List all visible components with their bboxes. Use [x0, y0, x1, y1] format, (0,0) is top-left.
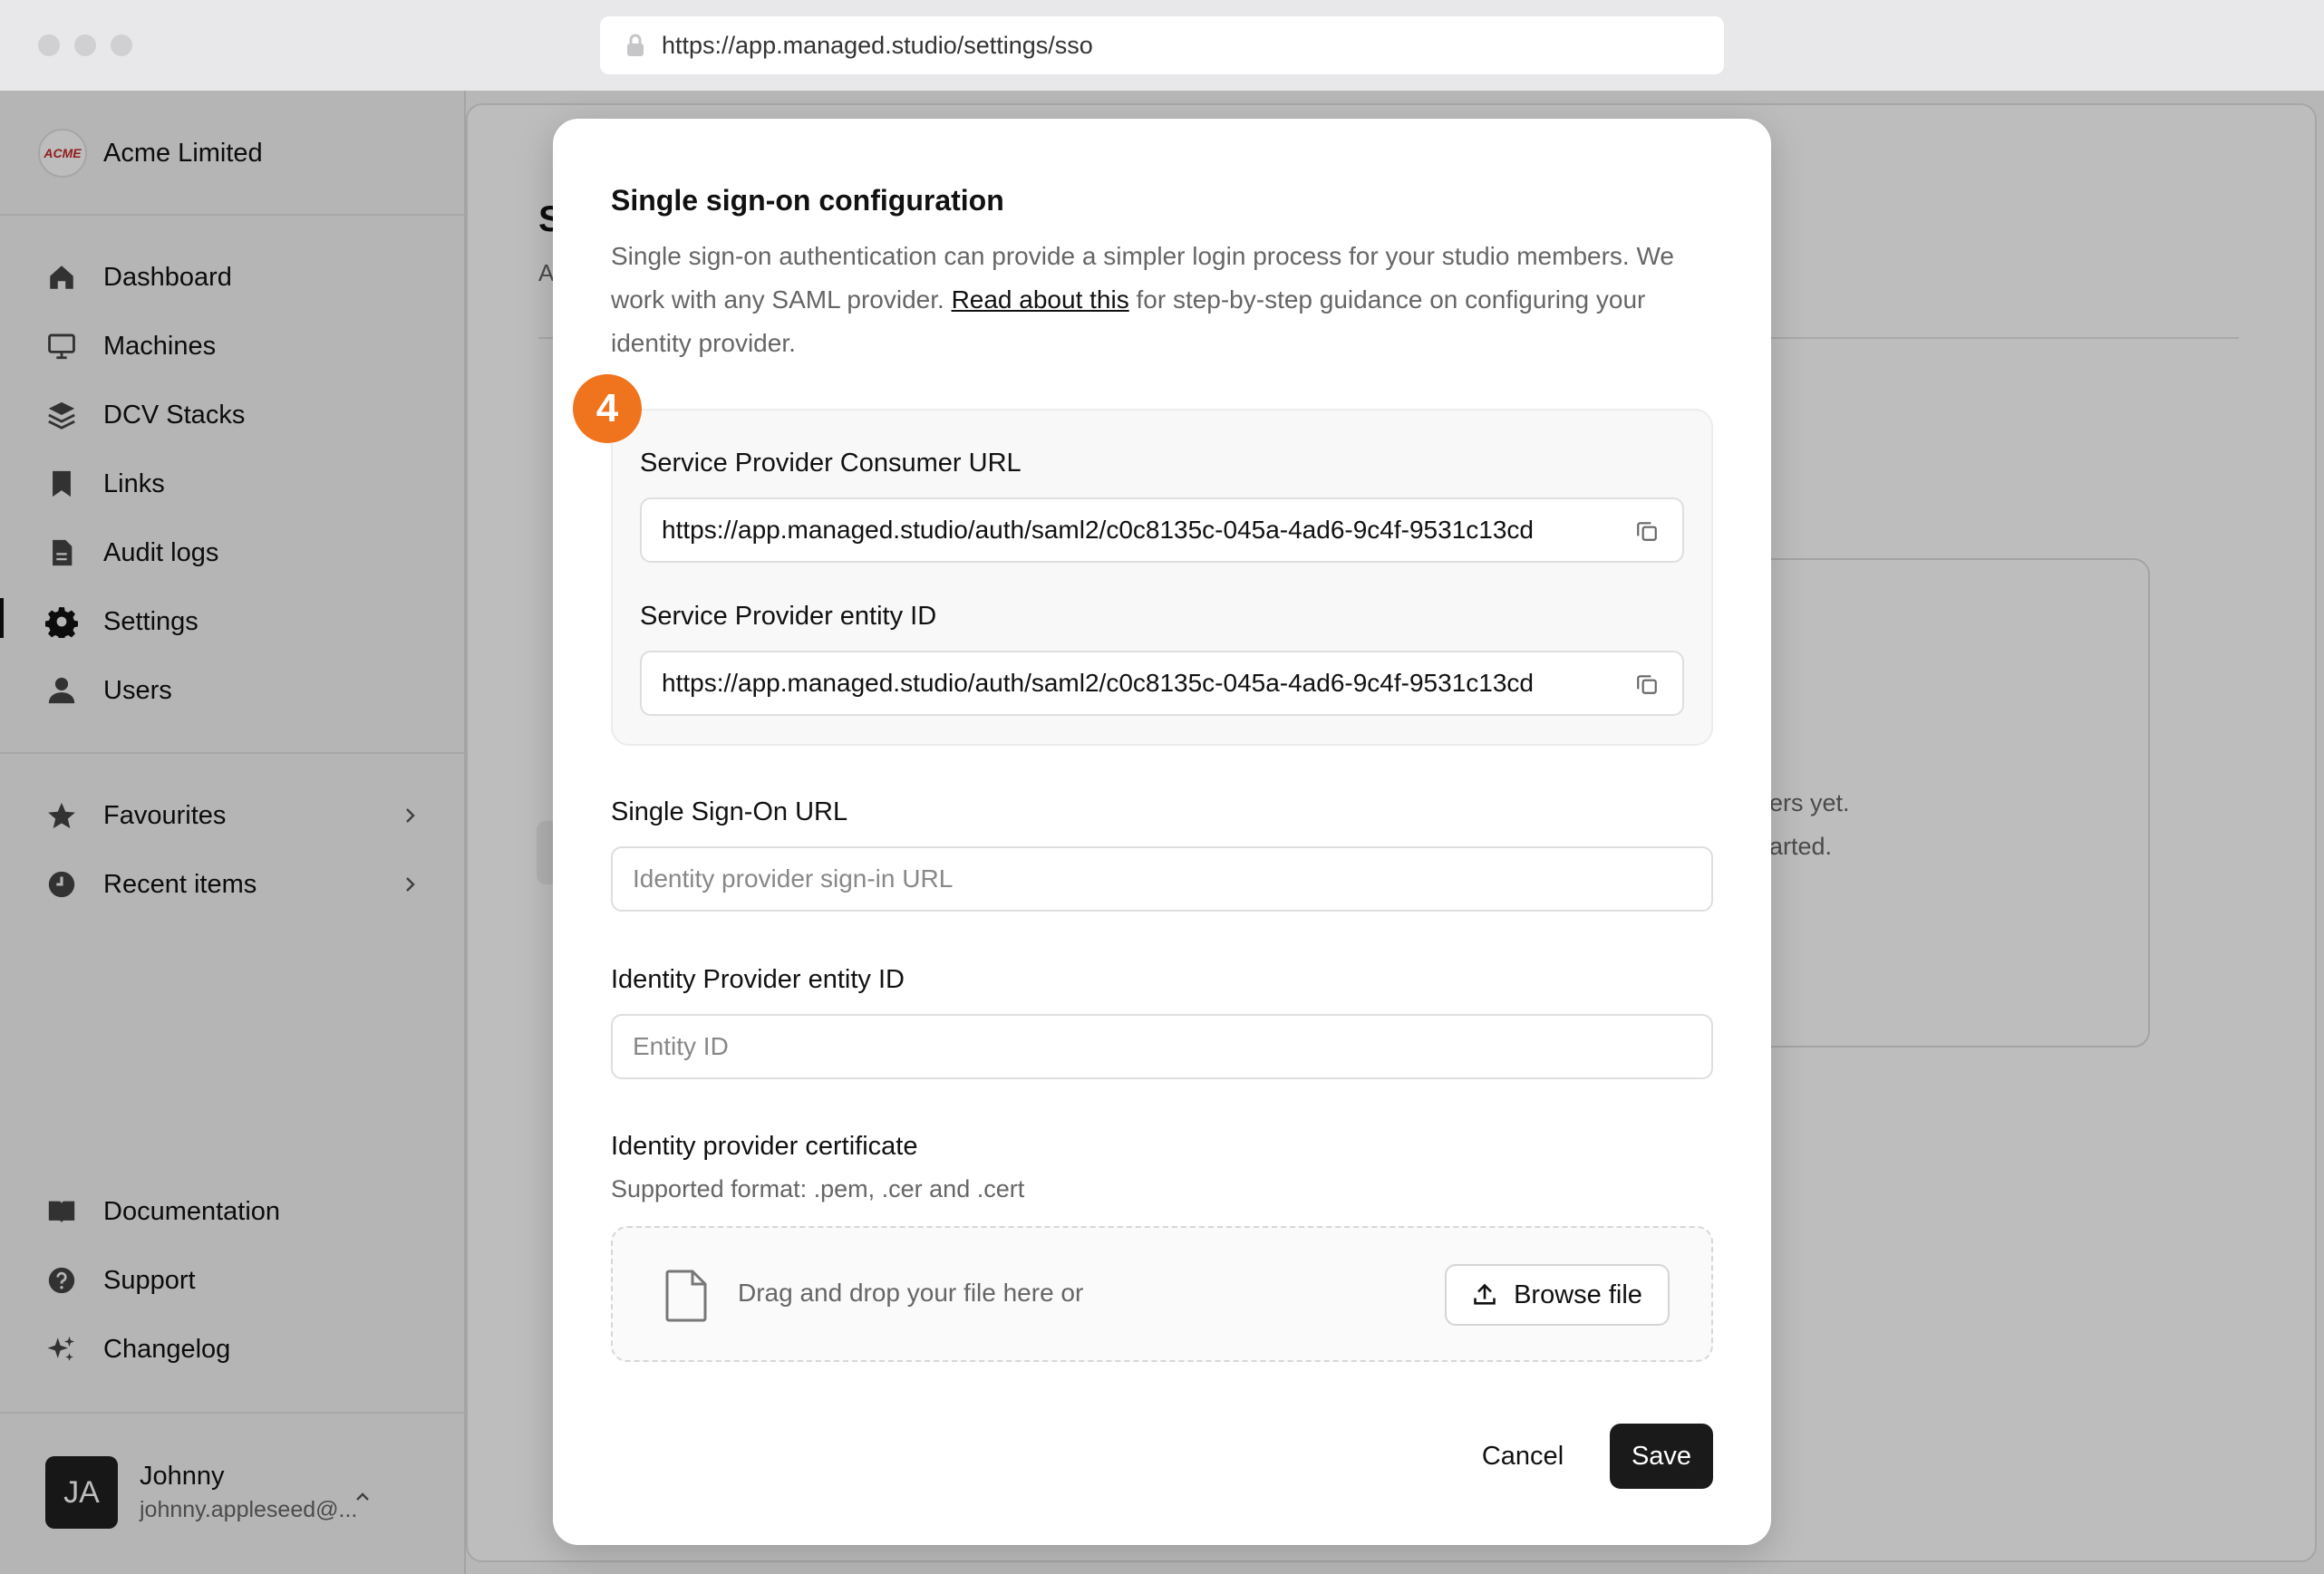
idp-entity-id-label: Identity Provider entity ID: [611, 965, 905, 994]
browser-chrome: https://app.managed.studio/settings/sso: [0, 0, 2324, 91]
address-url: https://app.managed.studio/settings/sso: [662, 31, 1093, 59]
sp-consumer-url-label: Service Provider Consumer URL: [640, 449, 1022, 478]
sp-entity-id-value: https://app.managed.studio/auth/saml2/c0…: [662, 669, 1534, 697]
dropzone-text: Drag and drop your file here or: [738, 1279, 1084, 1307]
file-icon: [665, 1270, 707, 1322]
window-maximize-dot[interactable]: [111, 34, 132, 56]
window-close-dot[interactable]: [38, 34, 60, 56]
sp-consumer-url-value: https://app.managed.studio/auth/saml2/c0…: [662, 516, 1534, 544]
sp-entity-id-label: Service Provider entity ID: [640, 602, 937, 631]
dialog-description: Single sign-on authentication can provid…: [611, 235, 1726, 365]
address-bar[interactable]: https://app.managed.studio/settings/sso: [600, 16, 1724, 74]
copy-icon[interactable]: [1635, 672, 1659, 696]
sso-url-label: Single Sign-On URL: [611, 797, 848, 826]
lock-icon: [627, 34, 644, 56]
sp-entity-id-field[interactable]: https://app.managed.studio/auth/saml2/c0…: [640, 651, 1684, 716]
step-badge: 4: [573, 374, 642, 443]
certificate-label: Identity provider certificate: [611, 1132, 918, 1161]
sp-consumer-url-field[interactable]: https://app.managed.studio/auth/saml2/c0…: [640, 497, 1684, 563]
cancel-button[interactable]: Cancel: [1459, 1424, 1586, 1489]
upload-icon: [1474, 1283, 1496, 1305]
browse-file-label: Browse file: [1514, 1279, 1642, 1309]
idp-entity-id-input[interactable]: [611, 1014, 1713, 1079]
read-about-link[interactable]: Read about this: [952, 285, 1129, 314]
save-button[interactable]: Save: [1610, 1424, 1713, 1489]
window-minimize-dot[interactable]: [74, 34, 96, 56]
certificate-dropzone[interactable]: Drag and drop your file here or Browse f…: [611, 1226, 1713, 1362]
sso-config-dialog: Single sign-on configuration Single sign…: [553, 119, 1771, 1545]
copy-icon[interactable]: [1635, 519, 1659, 543]
dialog-title: Single sign-on configuration: [611, 184, 1004, 217]
certificate-format-hint: Supported format: .pem, .cer and .cert: [611, 1175, 1025, 1202]
sso-url-input[interactable]: [611, 846, 1713, 912]
browse-file-button[interactable]: Browse file: [1445, 1264, 1670, 1326]
